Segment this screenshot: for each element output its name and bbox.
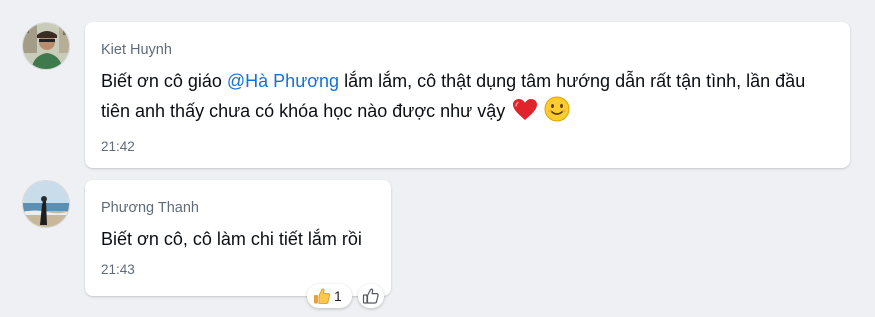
- avatar[interactable]: [22, 180, 70, 228]
- sender-name[interactable]: Phương Thanh: [101, 199, 375, 217]
- message-bubble: Kiet Huynh Biết ơn cô giáo @Hà Phương lắ…: [85, 22, 850, 168]
- message-text-start: Biết ơn cô giáo: [101, 71, 227, 91]
- mention-link[interactable]: @Hà Phương: [227, 71, 339, 91]
- thumbs-up-emoji-icon: [313, 287, 331, 305]
- thumbs-up-outline-icon: [362, 287, 380, 305]
- message-text: Biết ơn cô, cô làm chi tiết lắm rồi: [101, 229, 362, 249]
- add-reaction-button[interactable]: [358, 284, 384, 308]
- avatar-photo: [23, 23, 69, 69]
- sender-name[interactable]: Kiet Huynh: [101, 41, 834, 59]
- smiling-face-icon: [544, 96, 570, 131]
- message-bubble: Phương Thanh Biết ơn cô, cô làm chi tiết…: [85, 180, 391, 296]
- reaction-count: 1: [334, 288, 342, 304]
- avatar[interactable]: [22, 22, 70, 70]
- message-text: Biết ơn cô giáo @Hà Phương lắm lắm, cô t…: [101, 67, 834, 131]
- avatar-photo: [23, 181, 69, 227]
- message-time: 21:43: [101, 262, 135, 277]
- message-time: 21:42: [101, 139, 135, 154]
- reaction-badge[interactable]: 1: [307, 284, 352, 308]
- red-heart-icon: [512, 98, 538, 131]
